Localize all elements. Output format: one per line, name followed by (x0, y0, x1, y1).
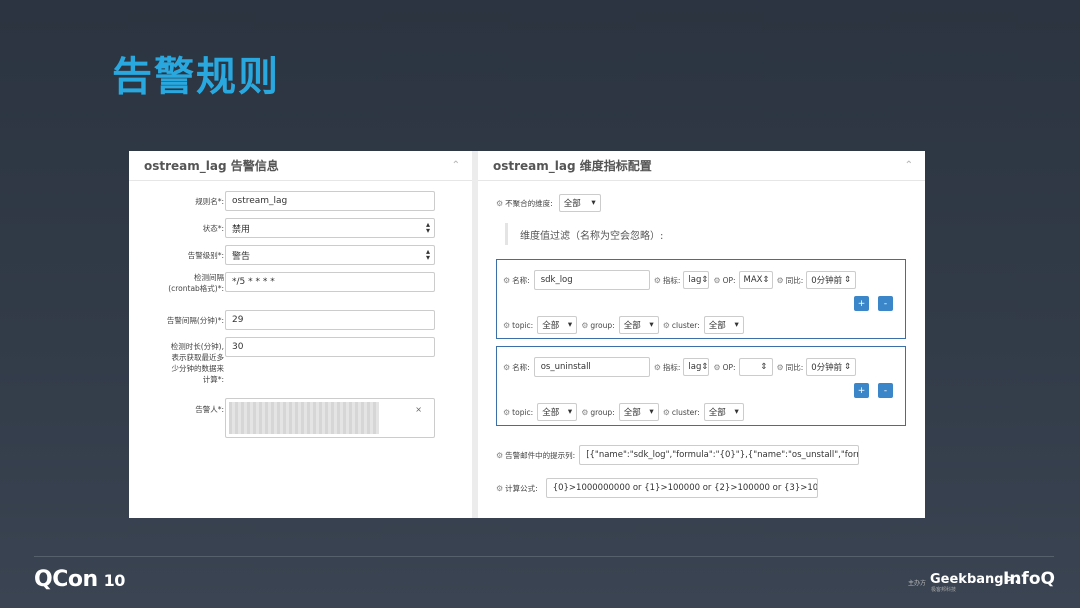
op-label: OP: (722, 362, 736, 372)
interval-input[interactable]: */5 * * * * (225, 272, 435, 292)
op-select[interactable]: ⇕ (738, 358, 773, 376)
add-button[interactable]: + (854, 383, 869, 398)
remove-button[interactable]: - (878, 383, 893, 398)
add-button[interactable]: + (854, 296, 869, 311)
group-dropdown[interactable]: 全部 ▾ (618, 403, 659, 421)
alert-info-header: ostream_lag 告警信息 ⌃ (129, 151, 472, 181)
status-select[interactable]: 禁用 ▴ ▾ (225, 218, 435, 238)
topic-dropdown[interactable]: 全部 ▾ (537, 316, 578, 334)
unagg-dropdown[interactable]: 全部 ▾ (558, 194, 601, 212)
gear-icon: ⚙ (713, 362, 721, 372)
metric-box-1: ⚙ 名称: sdk_log ⚙ 指标: lag ⇕ ⚙ OP: MAX ⇕ ⚙ 同比… (496, 259, 906, 339)
rule-name-input[interactable]: ostream_lag (225, 191, 435, 211)
gear-icon: ⚙ (653, 362, 661, 372)
status-label: 状态*: (202, 224, 224, 233)
hint-row: ⚙ 告警邮件中的提示列: [{"name":"sdk_log","formula… (496, 445, 860, 465)
slide-title: 告警规则 (112, 54, 280, 100)
gear-icon: ⚙ (662, 320, 670, 330)
select-arrows-icon: ▴ ▾ (425, 220, 430, 235)
formula-row: ⚙ 计算公式: {0}>1000000000 or {1}>100000 or … (496, 478, 818, 498)
formula-input[interactable]: {0}>1000000000 or {1}>100000 or {2}>1000… (545, 478, 818, 498)
host-label: 主办方 (908, 580, 927, 587)
cluster-dropdown[interactable]: 全部 ▾ (703, 403, 744, 421)
yoy-select[interactable]: 0分钟前 ⇕ (806, 271, 857, 289)
metric-name-input[interactable]: sdk_log (533, 270, 650, 290)
duration-input[interactable]: 30 (225, 337, 435, 357)
select-arrows-icon: ▴ ▾ (425, 247, 430, 262)
gear-icon: ⚙ (776, 275, 784, 285)
gear-icon: ⚙ (496, 198, 504, 208)
gear-icon: ⚙ (713, 275, 721, 285)
gear-icon: ⚙ (662, 407, 670, 417)
unagg-label: 不聚合的维度: (505, 198, 553, 208)
gear-icon: ⚙ (503, 362, 511, 372)
yoy-label: 同比: (785, 275, 804, 285)
infoq-logo: InfoQ (1003, 569, 1055, 589)
formula-label: 计算公式: (505, 483, 538, 493)
topic-label: topic: (512, 407, 534, 417)
group-label: group: (590, 320, 615, 330)
topic-dropdown[interactable]: 全部 ▾ (537, 403, 578, 421)
caret-down-icon: ▾ (591, 198, 596, 208)
gear-icon: ⚙ (496, 483, 504, 493)
gear-icon: ⚙ (503, 407, 511, 417)
metric-box-2: ⚙ 名称: os_uninstall ⚙ 指标: lag ⇕ ⚙ OP: ⇕ ⚙ … (496, 346, 906, 426)
metric-name-input[interactable]: os_uninstall (533, 357, 650, 377)
level-label: 告警级别*: (187, 251, 224, 260)
gear-icon: ⚙ (653, 275, 661, 285)
filter-note: 维度值过滤（名称为空会忽略）: (505, 223, 663, 245)
name-label: 名称: (512, 362, 530, 372)
gear-icon: ⚙ (581, 407, 589, 417)
op-select[interactable]: MAX ⇕ (738, 271, 773, 289)
recipients-label: 告警人*: (195, 405, 224, 414)
op-label: OP: (722, 275, 736, 285)
group-label: group: (590, 407, 615, 417)
metric-config-panel: ostream_lag 维度指标配置 ⌃ ⚙ 不聚合的维度: 全部 ▾ 维度值过滤… (478, 151, 925, 518)
hint-input[interactable]: [{"name":"sdk_log","formula":"{0}"},{"na… (579, 445, 860, 465)
interval-label: 检测间隔 (crontab格式)*: (168, 273, 224, 293)
gear-icon: ⚙ (496, 450, 504, 460)
metric-config-title: ostream_lag 维度指标配置 (493, 159, 652, 173)
cluster-label: cluster: (671, 407, 700, 417)
metric-label: 指标: (662, 275, 681, 285)
remove-button[interactable]: - (878, 296, 893, 311)
metric-label: 指标: (662, 362, 681, 372)
gear-icon: ⚙ (776, 362, 784, 372)
metric-select[interactable]: lag ⇕ (683, 271, 710, 289)
yoy-select[interactable]: 0分钟前 ⇕ (806, 358, 857, 376)
clear-icon[interactable]: × (415, 405, 422, 414)
alert-interval-label: 告警间隔(分钟)*: (166, 316, 224, 325)
gear-icon: ⚙ (581, 320, 589, 330)
alert-info-title: ostream_lag 告警信息 (144, 159, 279, 173)
hint-label: 告警邮件中的提示列: (505, 450, 576, 460)
footer-divider (34, 556, 1054, 557)
gear-icon: ⚙ (503, 320, 511, 330)
recipients-blurred (229, 402, 379, 434)
yoy-label: 同比: (785, 362, 804, 372)
topic-label: topic: (512, 320, 534, 330)
geekbang-subtitle: 极客邦科技 (931, 587, 957, 593)
unagg-row: ⚙ 不聚合的维度: 全部 ▾ (496, 194, 601, 212)
cluster-label: cluster: (671, 320, 700, 330)
name-label: 名称: (512, 275, 530, 285)
cluster-dropdown[interactable]: 全部 ▾ (703, 316, 744, 334)
collapse-chevron-icon[interactable]: ⌃ (905, 160, 913, 171)
alert-info-panel: ostream_lag 告警信息 ⌃ 规则名*: ostream_lag 状态*… (129, 151, 472, 518)
metric-config-header: ostream_lag 维度指标配置 ⌃ (478, 151, 925, 181)
duration-label: 检测时长(分钟), 表示获取最近多 少分钟的数据来 计算*: (170, 342, 224, 384)
recipients-field[interactable]: × (225, 398, 435, 438)
collapse-chevron-icon[interactable]: ⌃ (452, 160, 460, 171)
app-screenshot: ostream_lag 告警信息 ⌃ 规则名*: ostream_lag 状态*… (129, 151, 925, 518)
alert-interval-input[interactable]: 29 (225, 310, 435, 330)
rule-name-label: 规则名*: (195, 197, 224, 206)
level-select[interactable]: 警告 ▴ ▾ (225, 245, 435, 265)
gear-icon: ⚙ (503, 275, 511, 285)
metric-select[interactable]: lag ⇕ (683, 358, 710, 376)
qcon-logo: QCon 10 (34, 567, 125, 592)
group-dropdown[interactable]: 全部 ▾ (618, 316, 659, 334)
